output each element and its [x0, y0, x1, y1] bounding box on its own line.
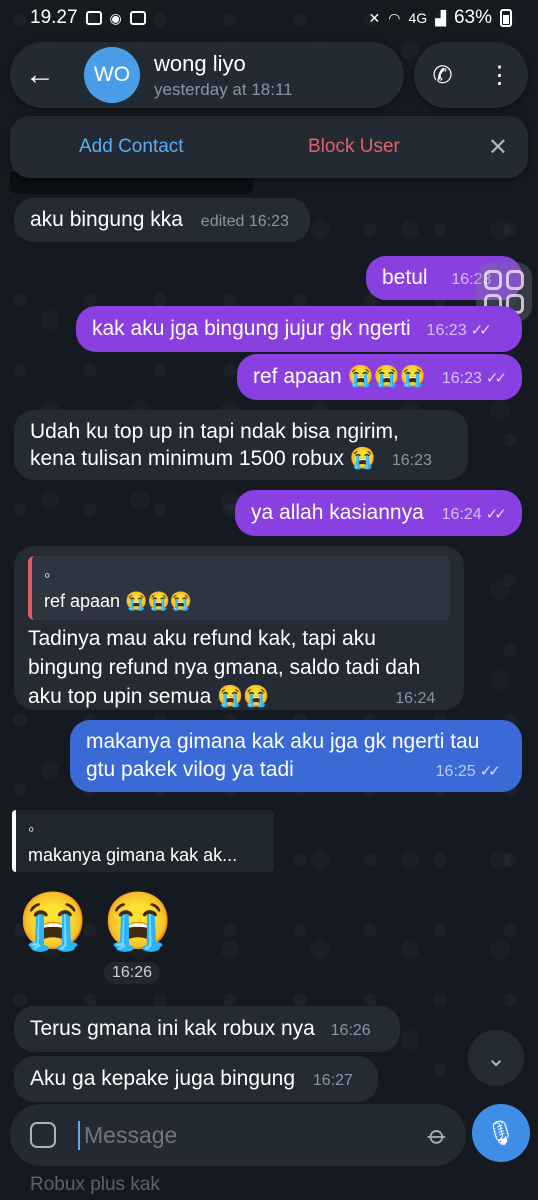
message-text: ya allah kasiannya [251, 501, 424, 524]
battery-percent: 63% [453, 7, 492, 28]
message-time: 16:27 [312, 1072, 353, 1089]
double-check-icon: ✓✓ [470, 322, 492, 339]
microphone-button[interactable]: 🎙 [472, 1104, 530, 1162]
double-check-icon: ✓✓ [479, 763, 501, 780]
double-check-icon: ✓✓ [485, 506, 507, 523]
message-text: Aku ga kepake juga bingung [30, 1067, 296, 1090]
status-bar: 19.27 ◉ ✕ ◠ 4G ▟ 63% [0, 0, 538, 36]
microphone-icon: 🎙 [485, 1119, 517, 1147]
signal-icon: ▟ [435, 9, 446, 26]
message-time: 16:26 [330, 1022, 371, 1039]
close-icon[interactable]: ✕ [488, 133, 508, 162]
message-time: 16:24 [395, 690, 436, 707]
message-text: ref apaan 😭😭😭 [253, 365, 427, 388]
arrow-left-icon: ← [25, 58, 55, 91]
message-text: gtu pakek vilog ya tadi [86, 758, 294, 781]
message-outgoing[interactable]: ref apaan 😭😭😭 16:23 ✓✓ [237, 354, 522, 400]
sticker-emoji[interactable]: 😭 😭 [18, 888, 173, 954]
message-text: kena tulisan minimum 1500 robux 😭 [30, 447, 376, 470]
message-time: 16:23 [391, 452, 432, 469]
reply-text: makanya gimana kak ak... [28, 845, 238, 865]
last-seen-status: yesterday at 18:11 [154, 79, 293, 99]
message-composer: ⌀ [10, 1104, 466, 1166]
discord-icon: ◉ [109, 9, 122, 26]
more-vertical-icon[interactable]: ⋮ [480, 61, 520, 90]
message-time: 16:23 [441, 370, 482, 387]
message-time: 16:26 [112, 964, 153, 981]
message-text: Terus gmana ini kak robux nya [30, 1017, 315, 1040]
double-check-icon: ✓✓ [485, 370, 507, 387]
message-outgoing[interactable]: kak aku jga bingung jujur gk ngerti 16:2… [76, 306, 522, 352]
message-text: Tadinya mau aku refund kak, tapi aku [28, 627, 376, 650]
message-time-badge: 16:26 [104, 962, 161, 984]
reply-quote[interactable]: ◦ makanya gimana kak ak... [12, 810, 274, 872]
header-actions: ✆ ⋮ [414, 42, 528, 108]
phone-icon[interactable]: ✆ [423, 61, 463, 90]
message-text: aku top upin semua 😭😭 [28, 685, 270, 708]
message-text: Udah ku top up in tapi ndak bisa ngirim, [30, 420, 399, 443]
gallery-icon [85, 11, 102, 25]
scroll-down-button[interactable]: ⌄ [468, 1030, 524, 1086]
mute-icon: ✕ [368, 9, 381, 26]
reply-sender: ◦ [44, 565, 51, 585]
check-icon [129, 11, 146, 25]
message-incoming[interactable]: Terus gmana ini kak robux nya 16:26 [14, 1006, 400, 1052]
battery-icon [500, 9, 512, 27]
chevron-down-icon: ⌄ [485, 1044, 507, 1072]
message-time: edited 16:23 [200, 213, 289, 230]
contact-action-banner: Add Contact Block User ✕ [10, 116, 528, 178]
message-text: makanya gimana kak aku jga gk ngerti tau [86, 730, 480, 753]
reply-quote[interactable]: ◦ ref apaan 😭😭😭 [28, 556, 450, 620]
message-outgoing[interactable]: makanya gimana kak aku jga gk ngerti tau… [70, 720, 522, 792]
chat-header[interactable]: ← WO wong liyo yesterday at 18:11 [10, 42, 404, 108]
message-incoming[interactable]: ◦ ref apaan 😭😭😭 Tadinya mau aku refund k… [14, 546, 464, 710]
paperclip-icon[interactable]: ⌀ [422, 1119, 454, 1152]
message-text: bingung refund nya gmana, saldo tadi dah [28, 656, 421, 679]
message-incoming[interactable]: Aku ga kepake juga bingung 16:27 [14, 1056, 378, 1102]
message-incoming[interactable]: Udah ku top up in tapi ndak bisa ngirim,… [14, 410, 468, 480]
sticker-icon[interactable] [30, 1122, 56, 1148]
message-text: kak aku jga bingung jujur gk ngerti [92, 317, 411, 340]
status-time: 19.27 [30, 7, 78, 28]
wifi-icon: ◠ [388, 9, 401, 26]
network-type: 4G [408, 10, 428, 26]
message-time: 16:24 [441, 506, 482, 523]
message-text: betul [382, 266, 428, 289]
contact-name: wong liyo [154, 50, 246, 76]
message-time: 16:23 [426, 322, 467, 339]
message-input[interactable] [78, 1120, 386, 1150]
message-text: aku bingung kka [30, 208, 183, 231]
partial-message-text: Robux plus kak [30, 1174, 160, 1195]
message-incoming[interactable]: aku bingung kka edited 16:23 [14, 198, 310, 242]
contact-info[interactable]: wong liyo yesterday at 18:11 [154, 51, 293, 100]
avatar[interactable]: WO [84, 47, 140, 103]
add-contact-button[interactable]: Add Contact [79, 136, 184, 158]
message-outgoing[interactable]: ya allah kasiannya 16:24 ✓✓ [235, 490, 522, 536]
reply-text: ref apaan 😭😭😭 [44, 591, 193, 611]
back-button[interactable]: ← [10, 42, 70, 108]
reply-sender: ◦ [28, 819, 35, 839]
block-user-button[interactable]: Block User [308, 136, 400, 158]
message-time: 16:25 [435, 763, 476, 780]
